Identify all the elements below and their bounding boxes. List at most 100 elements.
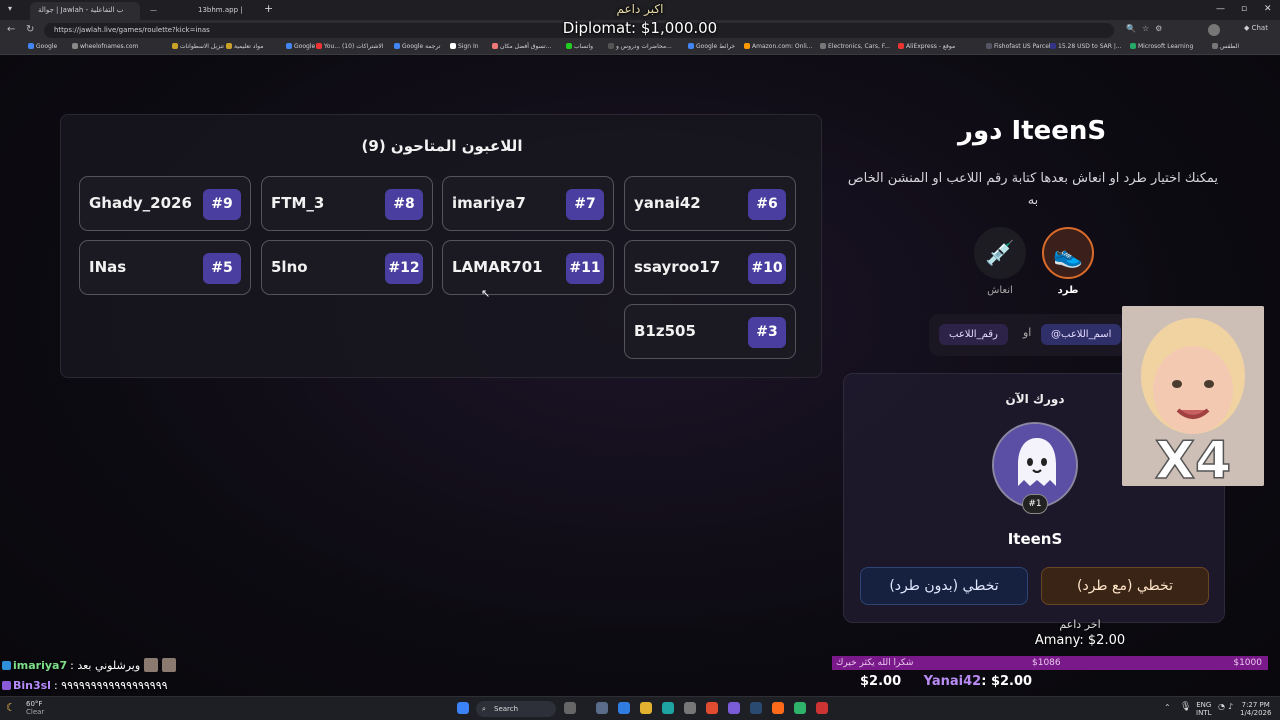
revive-action-button[interactable]: 💉 xyxy=(974,227,1026,279)
url-text: https://jawlah.live/games/roulette?kick=… xyxy=(54,26,210,34)
obs-icon[interactable] xyxy=(816,702,828,714)
tab-jawlah[interactable]: جوالة | Jawlah - منصة الألعاب التفاعلية✕ xyxy=(30,2,140,30)
bookmark-item[interactable]: Electronics, Cars, F... xyxy=(820,43,890,50)
bookmark-favicon-icon xyxy=(1212,43,1218,49)
clock[interactable]: 7:27 PM 1/4/2026 xyxy=(1240,701,1271,717)
player-name: imariya7 xyxy=(452,194,526,212)
discord-icon[interactable] xyxy=(728,702,740,714)
copilot-chat-button[interactable]: ◆ Chat xyxy=(1244,24,1268,32)
player-card[interactable]: INas #5 xyxy=(79,240,251,295)
bookmark-label: 15.28 USD to SAR |... xyxy=(1058,43,1122,50)
app-icon[interactable] xyxy=(772,702,784,714)
profile-avatar[interactable] xyxy=(1208,24,1220,36)
language-indicator[interactable]: ENG INTL xyxy=(1196,701,1211,717)
bookmark-label: مواد تعليمية xyxy=(234,43,264,50)
skip-with-kick-button[interactable]: تخطي (مع طرد) xyxy=(1041,567,1209,605)
bookmark-favicon-icon xyxy=(898,43,904,49)
task-view-icon[interactable] xyxy=(564,702,576,714)
skip-without-kick-button[interactable]: تخطي (بدون طرد) xyxy=(860,567,1028,605)
bookmarks-bar: Google wheelofnames.com تنزيل الاسطوانات مو… xyxy=(0,41,1280,55)
bookmark-label: You... (10) الاشتراكات xyxy=(324,43,384,50)
bookmark-item[interactable]: Google xyxy=(286,43,315,50)
mouse-cursor: ↖ xyxy=(481,287,491,300)
app-icon[interactable] xyxy=(618,702,630,714)
bookmark-item[interactable]: Fishofast US Parcel... xyxy=(986,43,1056,50)
brave-icon[interactable] xyxy=(706,702,718,714)
steam-icon[interactable] xyxy=(750,702,762,714)
bookmark-item[interactable]: Google خرائط xyxy=(688,43,735,50)
start-icon[interactable] xyxy=(457,702,469,714)
child-face-image: X4 xyxy=(1122,306,1264,486)
player-name: Ghady_2026 xyxy=(89,194,192,212)
player-name: yanai42 xyxy=(634,194,701,212)
bookmark-item[interactable]: Sign In xyxy=(450,43,479,50)
bookmark-item[interactable]: الطقس xyxy=(1212,43,1239,50)
kick-action-button[interactable]: 👟 xyxy=(1042,227,1094,279)
chat-badge-icon xyxy=(2,681,11,690)
weather-widget[interactable]: 60°F Clear xyxy=(26,700,44,716)
bookmark-item[interactable]: Microsoft Learning xyxy=(1130,43,1193,50)
app-icon[interactable] xyxy=(596,702,608,714)
bookmark-favicon-icon xyxy=(450,43,456,49)
bookmark-favicon-icon xyxy=(492,43,498,49)
sneaker-icon: 👟 xyxy=(1053,241,1083,269)
bookmark-item[interactable]: You... (10) الاشتراكات xyxy=(316,43,383,50)
ticker-prefix: $2.00 xyxy=(860,674,902,689)
bookmark-item[interactable]: AliExpress - موقع xyxy=(898,43,955,50)
target-hint: رقم_اللاعب او @اسم_اللاعب xyxy=(929,314,1129,356)
toolbar-icons[interactable]: 🔍☆⚙ xyxy=(1126,24,1168,33)
bookmark-item[interactable]: مواد تعليمية xyxy=(226,43,263,50)
new-tab-button[interactable]: + xyxy=(264,2,273,15)
players-panel: اللاعبون المتاحون (9) Ghady_2026 #9 FTM_3 #… xyxy=(60,114,822,378)
bookmark-favicon-icon xyxy=(566,43,572,49)
bookmark-item[interactable]: wheelofnames.com xyxy=(72,43,138,50)
back-icon[interactable]: ← xyxy=(7,24,15,35)
player-card[interactable]: LAMAR701 #11 xyxy=(442,240,614,295)
last-donor-value: Amany: $2.00 xyxy=(1034,633,1126,648)
revive-action-label: انعاش xyxy=(987,285,1013,296)
clock-time: 7:27 PM xyxy=(1241,701,1270,709)
copilot-icon: ◆ xyxy=(1244,24,1252,32)
close-window-icon[interactable]: ✕ xyxy=(1264,4,1272,14)
bookmark-item[interactable]: تسوق أفضل مكان... xyxy=(492,43,551,50)
network-sound-icons[interactable]: ◔♪ xyxy=(1218,702,1236,711)
goal-current: $1086 xyxy=(1032,658,1061,668)
reload-icon[interactable]: ↻ xyxy=(26,24,34,35)
tab-13bhm[interactable]: 13bhm.app | لاعبهم✕ xyxy=(190,2,260,30)
player-card[interactable]: ssayroo17 #10 xyxy=(624,240,796,295)
taskbar-search[interactable]: ⌕ Search xyxy=(476,701,556,717)
player-card[interactable]: 5lno #12 xyxy=(261,240,433,295)
bookmark-item[interactable]: واتساب xyxy=(566,43,593,50)
player-card[interactable]: Ghady_2026 #9 xyxy=(79,176,251,231)
bookmark-label: محاضرات ودروس و... xyxy=(616,43,672,50)
maximize-icon[interactable]: ▫ xyxy=(1241,4,1247,14)
goal-thanks-text: شكرا الله يكثر خيرك xyxy=(836,658,914,668)
bookmark-item[interactable]: Google ترجمة xyxy=(394,43,440,50)
player-card[interactable]: imariya7 #7 xyxy=(442,176,614,231)
bookmark-item[interactable]: محاضرات ودروس و... xyxy=(608,43,672,50)
tab-blank[interactable]: — xyxy=(142,2,182,20)
player-card[interactable]: FTM_3 #8 xyxy=(261,176,433,231)
player-number-badge: #6 xyxy=(748,189,786,220)
edge-icon[interactable] xyxy=(662,702,674,714)
player-card[interactable]: yanai42 #6 xyxy=(624,176,796,231)
bookmark-label: Amazon.com: Onli... xyxy=(752,43,813,50)
chat-username[interactable]: imariya7 xyxy=(13,659,67,672)
player-number-badge: #7 xyxy=(566,189,604,220)
player-card[interactable]: B1z505 #3 xyxy=(624,304,796,359)
tab-menu-icon[interactable]: ▾ xyxy=(8,4,12,13)
app-icon[interactable] xyxy=(794,702,806,714)
bookmark-item[interactable]: تنزيل الاسطوانات xyxy=(172,43,224,50)
bookmark-item[interactable]: Amazon.com: Onli... xyxy=(744,43,812,50)
file-explorer-icon[interactable] xyxy=(640,702,652,714)
mic-icon[interactable]: 🎙 xyxy=(1180,702,1191,712)
bookmark-favicon-icon xyxy=(172,43,178,49)
chat-username[interactable]: Bin3sl xyxy=(13,679,51,692)
weather-desc: Clear xyxy=(26,708,45,716)
store-icon[interactable] xyxy=(684,702,696,714)
bookmark-item[interactable]: 15.28 USD to SAR |... xyxy=(1050,43,1122,50)
player-number-badge: #3 xyxy=(748,317,786,348)
bookmark-item[interactable]: Google xyxy=(28,43,57,50)
tray-chevron-icon[interactable]: ⌃ xyxy=(1164,703,1171,712)
minimize-icon[interactable]: — xyxy=(1216,4,1225,14)
